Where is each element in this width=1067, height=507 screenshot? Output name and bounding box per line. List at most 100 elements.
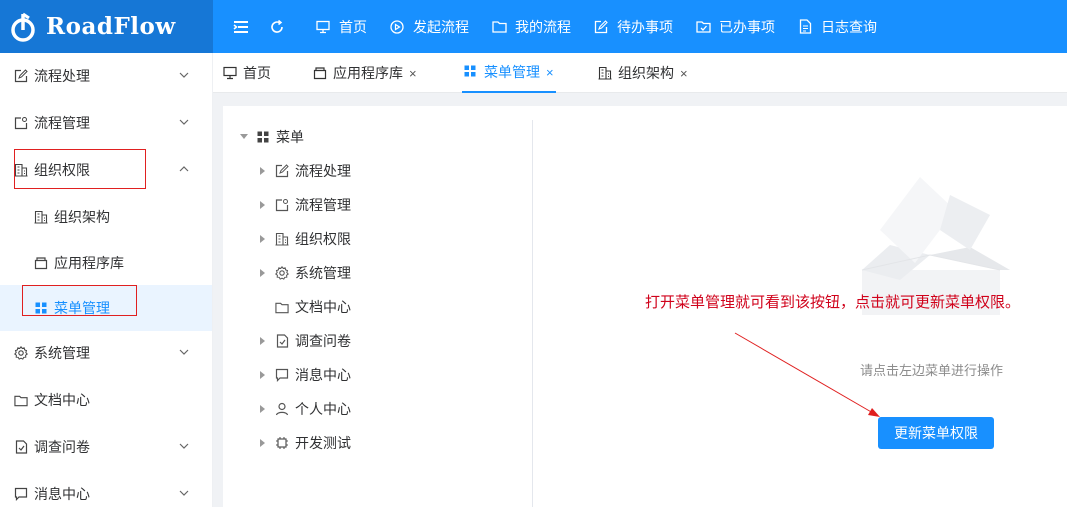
flow-manage-icon: [275, 198, 289, 212]
tab-home[interactable]: 首页: [223, 53, 271, 93]
chevron-down-icon: [179, 443, 189, 449]
sidebar-item-org-structure[interactable]: 组织架构: [0, 194, 212, 240]
caret-right-icon: [259, 439, 267, 447]
close-icon[interactable]: ×: [546, 65, 554, 80]
caret-right-icon: [259, 201, 267, 209]
tree-node-message-center[interactable]: 消息中心: [259, 365, 351, 385]
update-menu-permission-button[interactable]: 更新菜单权限: [878, 417, 994, 449]
sidebar-item-flow-process[interactable]: 流程处理: [0, 53, 212, 99]
topnav-start-flow[interactable]: 发起流程: [389, 17, 469, 37]
monitor-icon: [223, 66, 237, 80]
tree-node-label: 流程管理: [295, 197, 351, 213]
menu-toggle-icon[interactable]: [231, 17, 251, 37]
sidebar-item-label: 调查问卷: [34, 439, 90, 455]
tree-node-flow-process[interactable]: 流程处理: [259, 161, 351, 181]
panel-divider: [532, 120, 533, 507]
tab-org-structure[interactable]: 组织架构 ×: [598, 53, 688, 93]
tab-label: 首页: [243, 65, 271, 81]
topnav-todo[interactable]: 待办事项: [593, 17, 673, 37]
tab-label: 应用程序库: [333, 65, 403, 81]
tab-label: 组织架构: [618, 65, 674, 81]
annotation-text: 打开菜单管理就可看到该按钮，点击就可更新菜单权限。: [645, 294, 1021, 311]
folder-icon: [14, 393, 28, 407]
topnav-my-flow[interactable]: 我的流程: [491, 17, 571, 37]
tree-node-label: 系统管理: [295, 265, 351, 281]
topnav-my-flow-label: 我的流程: [515, 18, 571, 35]
tree-node-dev-test[interactable]: 开发测试: [259, 433, 351, 453]
tree-node-label: 流程处理: [295, 163, 351, 179]
tree-node-label: 组织权限: [295, 231, 351, 247]
empty-hint-text: 请点击左边菜单进行操作: [860, 363, 1004, 378]
tab-menu-manage[interactable]: 菜单管理 ×: [462, 53, 556, 93]
topnav-home[interactable]: 首页: [315, 17, 367, 37]
folder-icon: [275, 300, 289, 314]
check-folder-icon: [695, 19, 711, 35]
tree-root[interactable]: 菜单: [240, 127, 304, 147]
highlight-box-menu-manage: [22, 285, 137, 316]
caret-right-icon: [259, 235, 267, 243]
topnav-todo-label: 待办事项: [617, 18, 673, 35]
grid-icon: [464, 65, 478, 79]
edit-icon: [14, 69, 28, 83]
tree-node-label: 调查问卷: [295, 333, 351, 349]
caret-right-icon: [259, 405, 267, 413]
caret-right-icon: [259, 371, 267, 379]
message-icon: [275, 368, 289, 382]
message-icon: [14, 487, 28, 501]
sidebar-item-survey[interactable]: 调查问卷: [0, 424, 212, 470]
topnav-start-flow-label: 发起流程: [413, 18, 469, 35]
survey-icon: [14, 440, 28, 454]
tree-node-doc-center[interactable]: 文档中心: [259, 297, 351, 317]
highlight-box-org-permission: [14, 149, 146, 189]
sidebar: 流程处理 流程管理 组织权限 组织架构 应用程序库 菜单管理 系统管理 文档中心…: [0, 53, 213, 507]
sidebar-item-label: 流程管理: [34, 115, 90, 131]
document-icon: [797, 19, 813, 35]
grid-icon: [256, 130, 270, 144]
tree-node-survey[interactable]: 调查问卷: [259, 331, 351, 351]
tree-node-org-permission[interactable]: 组织权限: [259, 229, 351, 249]
building-icon: [275, 232, 289, 246]
tree-node-personal-center[interactable]: 个人中心: [259, 399, 351, 419]
chevron-down-icon: [179, 490, 189, 496]
box-icon: [34, 256, 48, 270]
tab-app-library[interactable]: 应用程序库 ×: [313, 53, 417, 93]
refresh-icon[interactable]: [267, 17, 287, 37]
edit-icon: [593, 19, 609, 35]
topnav-log[interactable]: 日志查询: [797, 17, 877, 37]
tree-node-system-manage[interactable]: 系统管理: [259, 263, 351, 283]
sidebar-item-label: 应用程序库: [54, 255, 124, 271]
edit-icon: [275, 164, 289, 178]
sidebar-item-message-center[interactable]: 消息中心: [0, 471, 212, 507]
topnav-done[interactable]: 已办事项: [695, 17, 775, 37]
top-nav: 首页 发起流程 我的流程 待办事项 已办事项 日志查询: [213, 0, 877, 53]
logo-text: RoadFlow: [46, 13, 176, 40]
caret-right-icon: [259, 167, 267, 175]
tree-node-label: 个人中心: [295, 401, 351, 417]
chevron-down-icon: [179, 72, 189, 78]
play-circle-icon: [389, 19, 405, 35]
box-icon: [313, 66, 327, 80]
gear-icon: [14, 346, 28, 360]
sidebar-item-doc-center[interactable]: 文档中心: [0, 377, 212, 423]
folder-icon: [491, 19, 507, 35]
tree-node-flow-manage[interactable]: 流程管理: [259, 195, 351, 215]
monitor-icon: [315, 19, 331, 35]
sidebar-item-system-manage[interactable]: 系统管理: [0, 330, 212, 376]
caret-right-icon: [259, 337, 267, 345]
logo-icon: [11, 12, 35, 42]
logo[interactable]: RoadFlow: [0, 0, 213, 53]
sidebar-item-label: 系统管理: [34, 345, 90, 361]
building-icon: [34, 210, 48, 224]
tree-node-label: 文档中心: [295, 299, 351, 315]
close-icon[interactable]: ×: [409, 66, 417, 81]
close-icon[interactable]: ×: [680, 66, 688, 81]
sidebar-item-app-library[interactable]: 应用程序库: [0, 240, 212, 286]
tree-node-label: 开发测试: [295, 435, 351, 451]
building-icon: [598, 66, 612, 80]
tree-node-label: 菜单: [276, 129, 304, 145]
flow-manage-icon: [14, 116, 28, 130]
tree-node-label: 消息中心: [295, 367, 351, 383]
chevron-down-icon: [179, 119, 189, 125]
sidebar-item-flow-manage[interactable]: 流程管理: [0, 100, 212, 146]
topnav-log-label: 日志查询: [821, 18, 877, 35]
